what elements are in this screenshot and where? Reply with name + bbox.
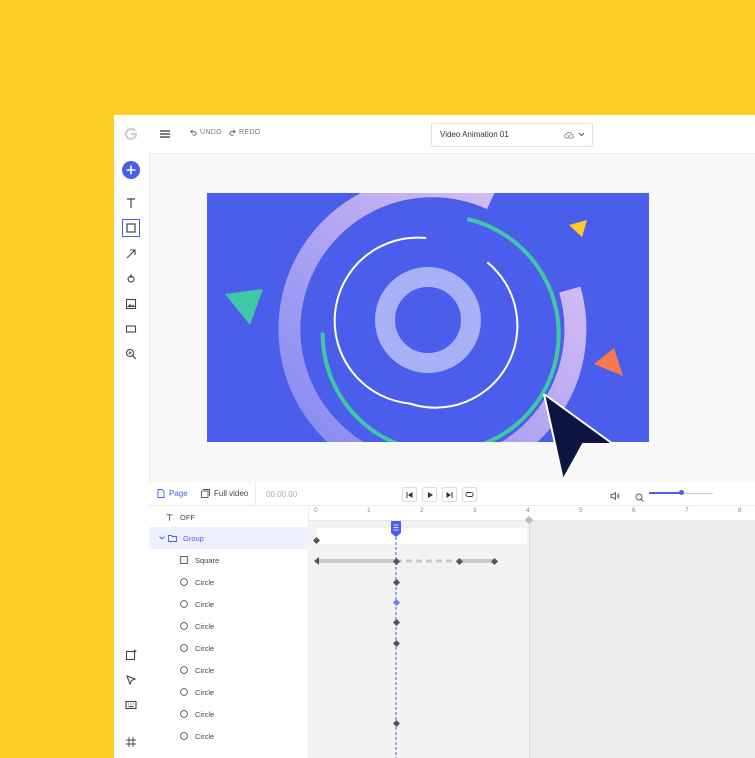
circle-icon xyxy=(179,688,189,696)
hamburger-menu-icon[interactable] xyxy=(159,127,171,139)
layer-item-label: Circle xyxy=(195,665,215,675)
folder-icon xyxy=(167,534,177,542)
timeline-end-marker[interactable] xyxy=(524,515,534,525)
layer-off-label: OFF xyxy=(180,512,195,522)
layer-item-label: Square xyxy=(195,555,220,565)
tab-full-video[interactable]: Full video xyxy=(201,489,248,498)
undo-label: UNDO xyxy=(200,129,222,136)
keyframe[interactable] xyxy=(312,536,321,545)
inner-ring xyxy=(375,267,481,373)
full-video-icon xyxy=(201,489,210,498)
editor-app: UNDO REDO Video Animation 01 Page Full v… xyxy=(114,115,755,758)
redo-button[interactable]: REDO xyxy=(229,129,260,136)
layer-item-label: Circle xyxy=(195,577,215,587)
volume-icon xyxy=(610,491,620,501)
volume-button[interactable] xyxy=(610,488,620,506)
logo-icon xyxy=(122,125,140,143)
chevron-down-icon xyxy=(578,132,585,137)
zoom-button[interactable] xyxy=(635,489,644,507)
playhead-handle[interactable] xyxy=(391,521,401,537)
circle-icon xyxy=(179,578,189,586)
keyframe[interactable] xyxy=(392,639,401,648)
frame-tool-icon[interactable] xyxy=(122,320,140,338)
keyboard-icon[interactable] xyxy=(122,696,140,714)
play-button[interactable] xyxy=(422,487,437,502)
cloud-icon xyxy=(564,132,574,139)
undo-icon xyxy=(190,129,197,136)
layer-group-label: Group xyxy=(183,533,204,543)
outer-ring-arc xyxy=(278,193,587,442)
magnifier-icon xyxy=(635,493,644,502)
text-tool-icon[interactable] xyxy=(122,194,140,212)
layer-item-label: Circle xyxy=(195,687,215,697)
pointer-cursor-icon xyxy=(543,394,614,481)
layer-item-label: Circle xyxy=(195,599,215,609)
image-tool-icon[interactable] xyxy=(122,295,140,313)
layer-item-label: Circle xyxy=(195,731,215,741)
loop-button[interactable] xyxy=(462,487,477,502)
top-bar: UNDO REDO Video Animation 01 xyxy=(149,115,755,154)
layer-group[interactable]: Group xyxy=(149,527,318,549)
page-icon xyxy=(157,489,165,498)
keyframe[interactable] xyxy=(392,719,401,728)
circle-icon xyxy=(179,644,189,652)
arrow-tool-icon[interactable] xyxy=(122,245,140,263)
current-time: 00:00.00 xyxy=(266,490,298,499)
keyframe-start[interactable] xyxy=(314,557,319,565)
layer-item-label: Circle xyxy=(195,621,215,631)
timeline-panel: Page Full video 00:00.00 OFF Group Squar… xyxy=(149,482,755,758)
loop-icon xyxy=(465,492,474,497)
text-icon xyxy=(164,513,174,521)
zoom-slider-fill xyxy=(649,492,681,494)
layer-off-toggle[interactable]: OFF xyxy=(149,506,323,528)
skip-back-button[interactable] xyxy=(402,487,417,502)
header-divider xyxy=(255,482,256,505)
playback-controls xyxy=(402,487,477,502)
skip-forward-icon xyxy=(446,491,453,498)
left-toolbar xyxy=(114,115,150,758)
circle-icon xyxy=(179,710,189,718)
yellow-triangle xyxy=(569,220,587,237)
add-button[interactable] xyxy=(122,161,140,179)
play-icon xyxy=(427,491,433,498)
undo-button[interactable]: UNDO xyxy=(190,129,222,136)
keyframe-tracks xyxy=(312,515,534,758)
tab-page[interactable]: Page xyxy=(157,489,188,498)
tab-page-label: Page xyxy=(169,489,188,498)
tab-full-video-label: Full video xyxy=(214,489,249,498)
project-title-dropdown[interactable]: Video Animation 01 xyxy=(431,123,593,147)
add-page-icon[interactable] xyxy=(122,646,140,664)
teal-triangle xyxy=(225,289,263,325)
layer-item-label: Circle xyxy=(195,643,215,653)
layers-panel: OFF Group Square Circle Circle Circle Circle… xyxy=(149,506,318,758)
chevron-down-icon[interactable] xyxy=(159,536,165,540)
pen-tool-icon[interactable] xyxy=(122,270,140,288)
keyframe[interactable] xyxy=(392,618,401,627)
project-title: Video Animation 01 xyxy=(440,130,509,139)
square-icon xyxy=(179,556,189,564)
keyframe-selected[interactable] xyxy=(392,598,401,607)
circle-icon xyxy=(179,622,189,630)
skip-forward-button[interactable] xyxy=(442,487,457,502)
redo-icon xyxy=(229,129,236,136)
skip-back-icon xyxy=(406,491,413,498)
circle-icon xyxy=(179,732,189,740)
timeline-header: Page Full video 00:00.00 xyxy=(149,482,755,506)
keyframe[interactable] xyxy=(392,578,401,587)
orange-triangle xyxy=(594,348,623,376)
select-tool-icon[interactable] xyxy=(122,671,140,689)
circle-icon xyxy=(179,666,189,674)
zoom-slider-handle[interactable] xyxy=(679,490,684,495)
tracks-panel: 012345678 xyxy=(309,506,755,758)
shape-tool-icon[interactable] xyxy=(122,219,140,237)
layer-item-label: Circle xyxy=(195,709,215,719)
circle-icon xyxy=(179,600,189,608)
zoom-tool-icon[interactable] xyxy=(122,345,140,363)
redo-label: REDO xyxy=(239,129,261,136)
resize-icon[interactable] xyxy=(122,733,140,751)
